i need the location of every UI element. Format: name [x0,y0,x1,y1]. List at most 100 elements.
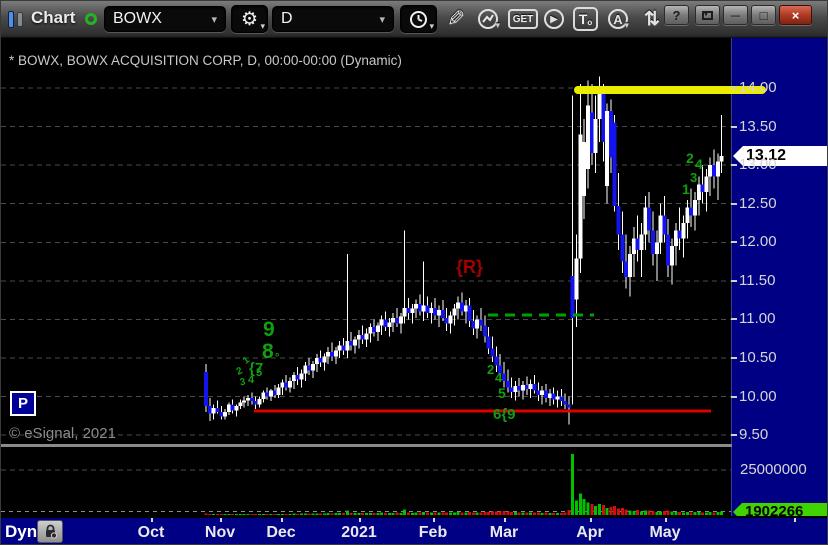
candle-body [712,165,717,177]
candle-body [398,316,403,324]
time-axis[interactable]: Dyn Oct Nov Dec 2021 Feb Mar Apr May [1,516,827,544]
price-tick-mark [731,164,737,167]
volume-bar [353,513,357,515]
candle-body [417,303,422,312]
volume-bar [429,512,433,515]
volume-bar [670,511,674,515]
volume-bar [364,513,368,515]
symbol-combo[interactable]: BOWX ▾ [104,6,226,32]
interval-combo[interactable]: D ▾ [272,6,394,32]
volume-bar [483,511,487,515]
candle-body [570,276,575,318]
td-count-annotation: 3 [690,170,698,185]
volume-bar [261,514,265,515]
candle-body [650,230,655,254]
volume-bar [712,512,716,515]
time-lock-button[interactable] [37,520,63,543]
volume-bar [609,506,613,515]
price-tick-mark [731,356,737,359]
volume-bar [578,493,582,515]
volume-bar [406,512,410,515]
candlestick-plot [1,76,766,515]
candle-body [337,345,342,351]
price-axis[interactable]: 25000000 13.12 1902266 14.00 13.50 13.00 12… [731,38,827,521]
data-transfer-button[interactable]: ⇅ [639,6,665,32]
volume-bar [636,509,640,515]
help-button[interactable]: ? [664,5,689,25]
volume-bar [280,513,284,515]
candle-body [395,317,399,324]
clock-icon [410,10,427,28]
candle-body [207,405,212,414]
volume-bar [689,512,693,515]
volume-bar [521,512,525,515]
minimize-button[interactable]: ─ [723,5,748,25]
candle-body [265,392,270,397]
td-count-annotation: 6{9 [493,406,516,423]
symbol-link-ring-icon[interactable] [85,13,97,25]
text-tool-button[interactable]: T o [573,7,598,31]
time-template-button[interactable]: ▾ [400,5,437,33]
candle-body [509,387,514,392]
volume-bar [410,512,414,515]
candle-body [234,405,239,411]
candle-body [383,319,388,328]
volume-bar [632,511,636,515]
candle-body [681,222,686,239]
price-tick-label: 12.00 [739,233,777,251]
volume-bar [334,513,338,515]
candle-body [696,184,701,200]
td-count-annotation: 1 [240,354,253,367]
candle-body [463,305,468,312]
time-tick-mark [794,518,796,522]
pane-separator[interactable] [1,444,732,447]
volume-bar [659,511,663,515]
candle-body [421,305,426,312]
td-count-annotation: 8 [262,340,274,363]
candle-body [414,303,419,309]
restore-window-button[interactable] [695,5,720,25]
volume-bar [330,513,334,515]
candle-body [559,396,564,402]
volume-bar [605,507,609,515]
candle-body [410,308,415,314]
candle-body [658,215,663,243]
volume-bar [697,511,701,515]
volume-bar [620,508,624,515]
volume-bar [418,512,422,515]
get-data-button[interactable]: GET [508,9,538,29]
annotation-tool-button[interactable]: A ▾ [605,7,631,31]
draw-pencil-button[interactable]: ✎ [442,6,470,32]
volume-bar [433,512,437,515]
candle-body [692,199,697,216]
volume-bar [494,511,498,515]
volume-bar [296,513,300,515]
volume-bar [254,514,258,515]
candle-body [685,207,690,223]
close-button[interactable]: × [779,5,812,25]
candle-body [666,234,671,266]
candle-body [631,238,636,254]
volume-bar [643,510,647,515]
candle-body [246,398,251,401]
volume-bar [460,512,464,515]
candle-body [291,374,296,382]
volume-bar [338,513,342,515]
replay-button[interactable]: ▶ [542,7,566,31]
maximize-button[interactable]: □ [751,5,776,25]
price-tick-label: 11.00 [739,310,776,328]
candle-body [249,398,254,402]
candle-body [662,215,667,235]
time-axis-label: Dec [266,524,296,541]
candle-body [459,302,464,312]
trendline-tool-button[interactable]: ▾ [474,7,502,31]
candle-body [314,357,319,365]
price-tick-label: 14.00 [739,79,777,96]
td-count-annotation: 2 [487,362,495,377]
volume-bar [517,512,521,515]
volume-bar [437,512,441,515]
settings-button[interactable]: ⚙ ▾ [231,5,268,33]
esignal-watermark: © eSignal, 2021 [9,425,116,442]
chevron-down-icon: ▾ [624,20,629,30]
volume-bar [342,513,346,515]
